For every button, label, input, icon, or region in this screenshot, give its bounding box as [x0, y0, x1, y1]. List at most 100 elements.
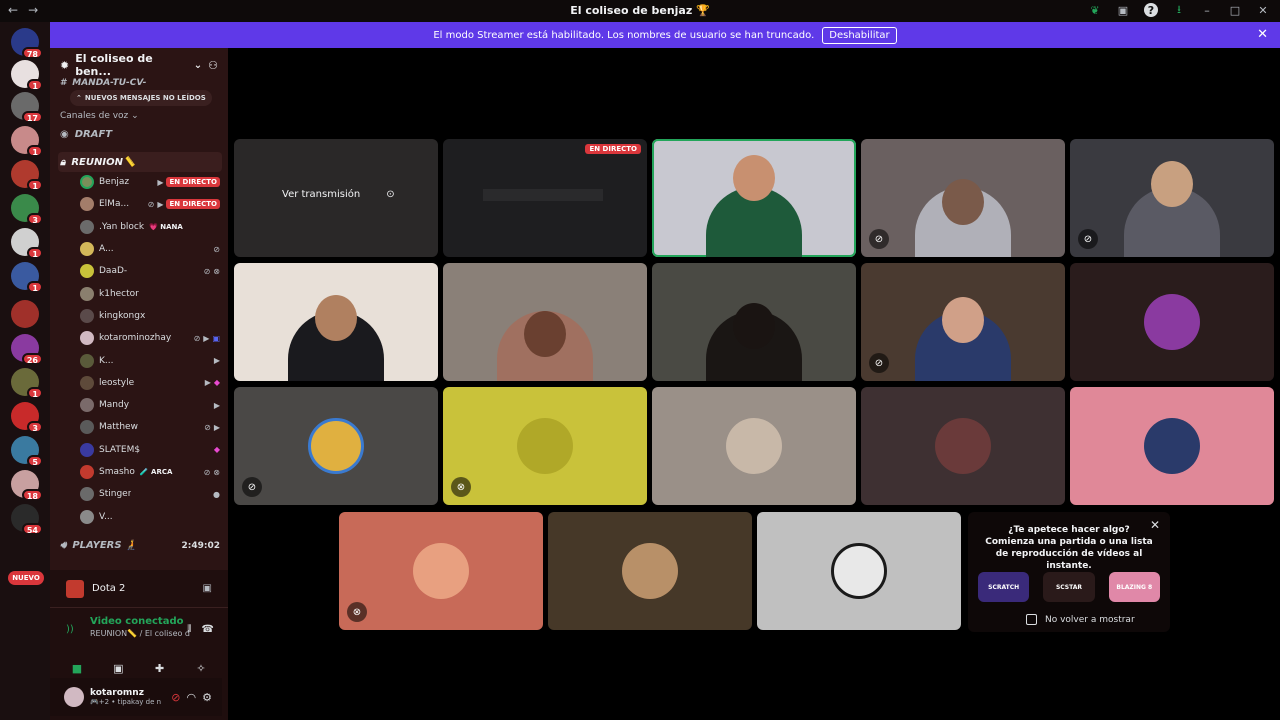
headphones-icon[interactable]: ◠ [187, 691, 197, 704]
help-icon[interactable]: ? [1144, 3, 1158, 17]
video-tile[interactable] [652, 139, 856, 257]
avatar-tile[interactable] [1070, 387, 1274, 505]
video-tile[interactable]: ⊘ [861, 263, 1065, 381]
avatar-tile[interactable] [861, 387, 1065, 505]
close-icon[interactable]: ✕ [1257, 27, 1268, 42]
stream-tile[interactable]: Ver transmisión ⊙ [234, 139, 438, 257]
maximize-icon[interactable]: □ [1228, 3, 1242, 17]
voice-user[interactable]: kingkongx [50, 305, 228, 327]
voice-user[interactable]: Smasho 🧪 ARCA ⊘ ⊗ [50, 461, 228, 483]
mic-muted-icon: ⊘ [869, 229, 889, 249]
disconnect-icon[interactable]: ☎ [202, 624, 214, 635]
disable-streamer-button[interactable]: Deshabilitar [822, 26, 897, 44]
voice-category[interactable]: Canales de voz ⌄ [60, 111, 139, 121]
channel-cut[interactable]: # MANDA-TU-CV- [60, 78, 146, 88]
avatar-tile[interactable] [757, 512, 961, 630]
new-servers-badge[interactable]: NUEVO [8, 571, 44, 585]
chevron-down-icon: ⌄ [131, 111, 139, 121]
screen-share-icon[interactable]: ▣ [203, 583, 212, 594]
server-icon-13[interactable]: 5 [11, 436, 43, 467]
server-icon-11[interactable]: 1 [11, 368, 43, 399]
leaf-icon[interactable]: ❦ [1088, 3, 1102, 17]
mention-badge: 1 [27, 387, 43, 399]
voice-user[interactable]: Mandy ▶ [50, 394, 228, 416]
activity-blazing8[interactable]: BLAZING 8 [1108, 572, 1160, 602]
voice-user[interactable]: SLATEM$ ◆ [50, 439, 228, 461]
mic-muted-icon: ⊘ [203, 467, 211, 477]
voice-user-list: Benjaz ▶ EN DIRECTO ElMa... ⊘ ▶ EN DIRECTO … [50, 171, 228, 528]
stream-tile[interactable]: EN DIRECTO [443, 139, 647, 257]
minimize-icon[interactable]: – [1200, 3, 1214, 17]
voice-user[interactable]: leostyle ▶ ◆ [50, 372, 228, 394]
lock-icon: 🔒︎ [60, 156, 66, 168]
server-icon-9[interactable] [11, 300, 39, 328]
text-channel-icon: # [60, 78, 67, 88]
channel-draft[interactable]: ◉ DRAFT [60, 129, 112, 140]
mic-muted-icon: ⊘ [203, 266, 211, 276]
voice-channel-link[interactable]: REUNION📏 / El coliseo de be... [90, 629, 190, 638]
activity-scstar[interactable]: SCSTAR [1043, 572, 1095, 602]
server-icon-10[interactable]: 26 [11, 334, 43, 365]
gear-icon[interactable]: ⚙ [202, 691, 212, 704]
video-tile[interactable]: ⊘ [1070, 139, 1274, 257]
dont-show-again[interactable]: No volver a mostrar [1026, 614, 1135, 625]
user-name: k1hector [99, 288, 139, 299]
video-tile[interactable] [443, 263, 647, 381]
noise-suppression-icon[interactable]: ⦀ [187, 624, 191, 635]
avatar-tile[interactable]: ⊗ [339, 512, 543, 630]
voice-user[interactable]: Stinger ● [50, 483, 228, 505]
voice-user[interactable]: V... [50, 505, 228, 527]
server-icon-14[interactable]: 18 [11, 470, 43, 501]
voice-user[interactable]: DaaD- ⊘ ⊗ [50, 260, 228, 282]
avatar [308, 418, 364, 474]
voice-user[interactable]: kotarominozhay... ⊘ ▶ ▣ [50, 327, 228, 349]
activity-scratch[interactable]: SCRATCH [978, 572, 1030, 602]
voice-user[interactable]: K... ▶ [50, 349, 228, 371]
avatar-tile[interactable]: ⊘ [234, 387, 438, 505]
unread-messages-pill[interactable]: ⌃ NUEVOS MENSAJES NO LEÍDOS [70, 90, 212, 106]
screen-share-button[interactable]: ▣ [101, 656, 135, 680]
video-tile[interactable]: ⊘ [861, 139, 1065, 257]
add-member-icon[interactable]: ⚇ [208, 59, 218, 72]
server-icon-2[interactable]: 1 [11, 60, 43, 91]
inbox-icon[interactable]: ▣ [1116, 3, 1130, 17]
avatar-tile[interactable]: ⊗ [443, 387, 647, 505]
watch-stream-label[interactable]: Ver transmisión [282, 189, 360, 200]
server-icon-8[interactable]: 1 [11, 262, 43, 293]
soundboard-button[interactable]: ✧ [184, 656, 218, 680]
user-name: kotarominozhay... [99, 333, 171, 344]
avatar-tile[interactable] [1070, 263, 1274, 381]
server-icon-7[interactable]: 1 [11, 228, 43, 259]
mic-muted-icon[interactable]: ⊘ [171, 691, 180, 704]
channel-label: MANDA-TU-CV- [72, 78, 147, 88]
voice-user[interactable]: ElMa... ⊘ ▶ EN DIRECTO [50, 193, 228, 215]
server-icon-15[interactable]: 54 [11, 504, 43, 535]
voice-user[interactable]: k1hector [50, 282, 228, 304]
checkbox[interactable] [1026, 614, 1037, 625]
server-icon-5[interactable]: 1 [11, 160, 43, 191]
server-icon-1[interactable]: 78 [11, 28, 43, 59]
voice-user[interactable]: A... ⊘ [50, 238, 228, 260]
server-icon-12[interactable]: 3 [11, 402, 43, 433]
video-tile[interactable] [652, 263, 856, 381]
guild-header[interactable]: ✹ El coliseo de ben... ⌄ ⚇ [50, 48, 228, 82]
camera-button[interactable]: ■ [60, 656, 94, 680]
avatar[interactable] [64, 687, 84, 707]
voice-user[interactable]: Benjaz ▶ EN DIRECTO [50, 171, 228, 193]
voice-user[interactable]: Matthew ⊘ ▶ [50, 416, 228, 438]
channel-reunion[interactable]: 🔒︎ REUNION📏 [58, 152, 222, 172]
server-icon-4[interactable]: 1 [11, 126, 43, 157]
participant-head [733, 303, 775, 349]
avatar-tile[interactable] [652, 387, 856, 505]
close-icon[interactable]: ✕ [1256, 3, 1270, 17]
video-tile[interactable] [234, 263, 438, 381]
user-name[interactable]: kotaromnz [90, 688, 161, 698]
activities-button[interactable]: ✚ [143, 656, 177, 680]
game-activity[interactable]: Dota 2 ▣ [50, 570, 228, 608]
server-icon-6[interactable]: 3 [11, 194, 43, 225]
voice-user[interactable]: .Yan block 💗 NANA [50, 216, 228, 238]
server-icon-3[interactable]: 17 [11, 92, 43, 123]
download-icon[interactable]: ⭳ [1172, 3, 1186, 17]
avatar-tile[interactable] [548, 512, 752, 630]
channel-players[interactable]: 🔊︎ PLAYERS 🧎 2:49:02 [60, 540, 220, 551]
